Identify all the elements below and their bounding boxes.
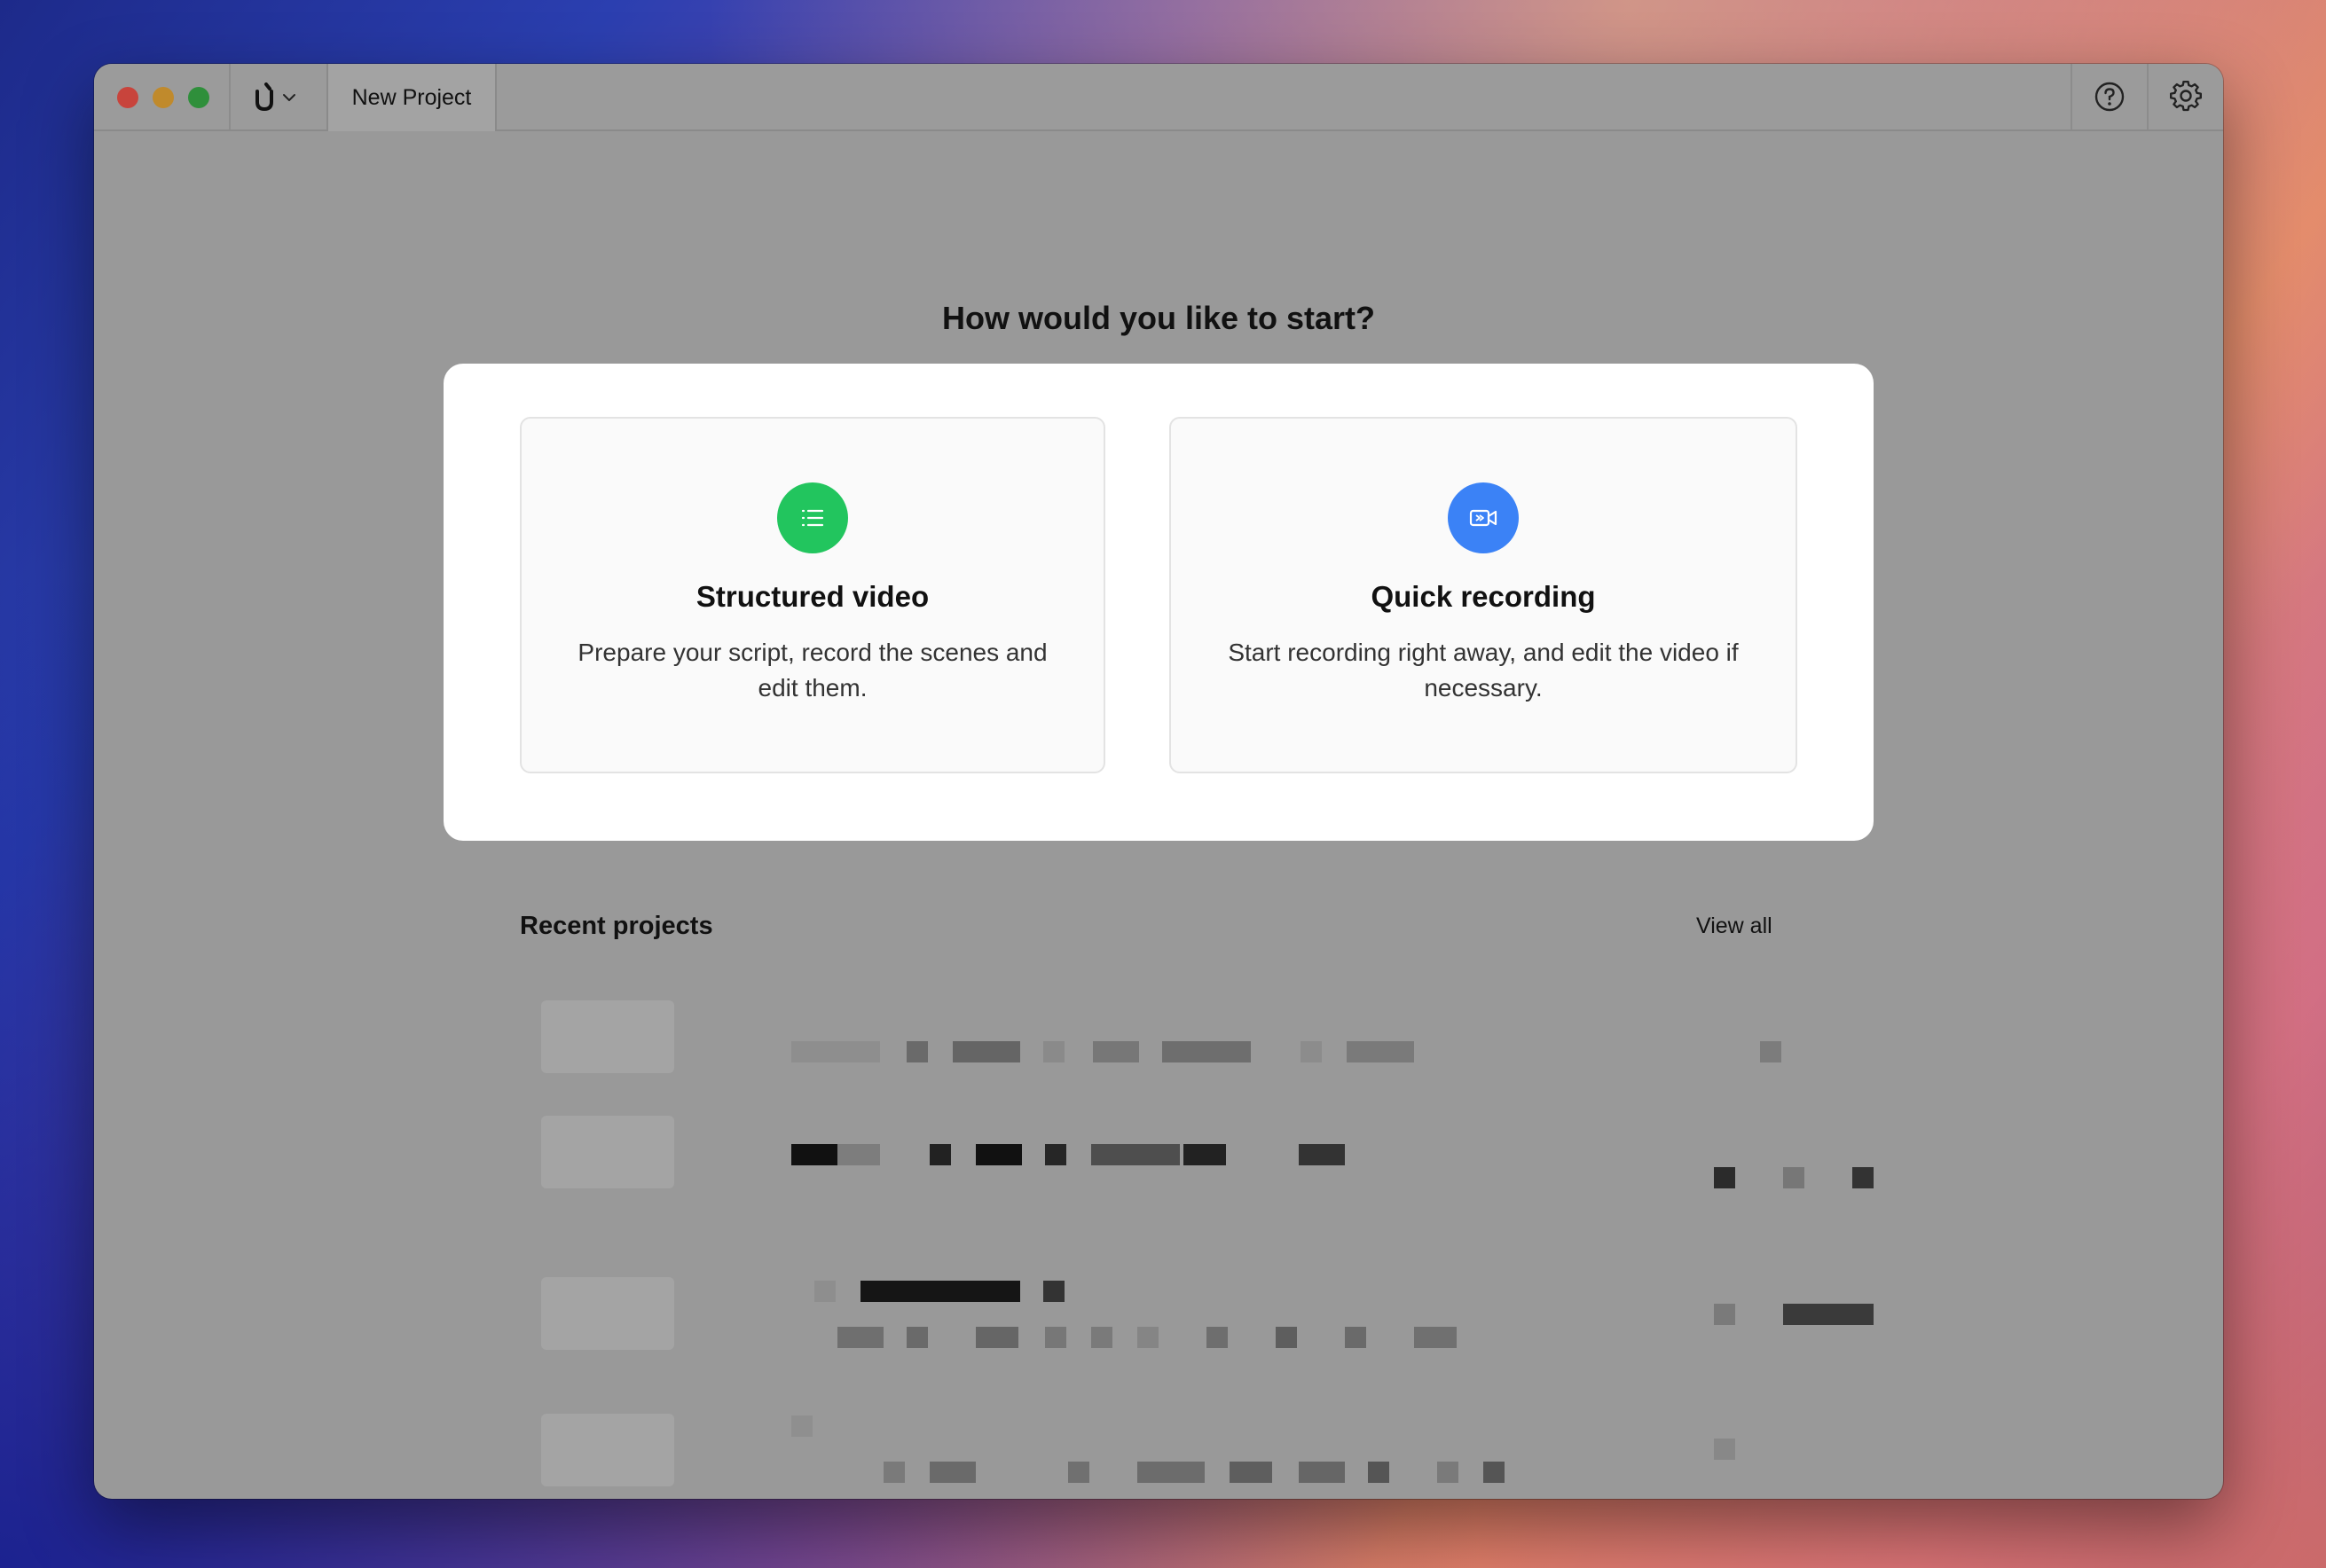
redacted-text	[1043, 1041, 1065, 1062]
redacted-text	[907, 1041, 928, 1062]
view-all-link[interactable]: View all	[1696, 913, 1772, 939]
redacted-text	[791, 1041, 880, 1062]
redacted-text	[837, 1327, 884, 1348]
settings-button[interactable]	[2149, 64, 2223, 129]
close-window-button[interactable]	[117, 87, 138, 108]
option-description: Prepare your script, record the scenes a…	[578, 639, 1048, 702]
redacted-text	[1068, 1462, 1089, 1483]
redacted-text	[1368, 1462, 1389, 1483]
redacted-text	[1714, 1167, 1735, 1188]
tab-new-project[interactable]: New Project	[326, 64, 497, 131]
redacted-text	[860, 1281, 1020, 1302]
redacted-text	[1045, 1144, 1066, 1165]
list-icon	[777, 482, 848, 553]
list-item[interactable]	[520, 983, 1788, 1089]
redacted-text	[791, 1144, 837, 1165]
redacted-text	[1045, 1327, 1066, 1348]
redacted-text	[1783, 1167, 1804, 1188]
minimize-window-button[interactable]	[153, 87, 174, 108]
redacted-text	[1093, 1041, 1139, 1062]
redacted-text	[1437, 1462, 1458, 1483]
redacted-text	[1043, 1281, 1065, 1302]
video-camera-icon	[1448, 482, 1519, 553]
redacted-text	[1230, 1462, 1272, 1483]
redacted-text	[976, 1327, 1018, 1348]
gear-icon	[2170, 81, 2202, 112]
redacted-text	[1714, 1439, 1735, 1460]
redacted-text	[976, 1144, 1022, 1165]
redacted-text	[837, 1144, 880, 1165]
redacted-text	[1483, 1462, 1505, 1483]
project-thumbnail	[541, 1116, 674, 1188]
page-title: How would you like to start?	[941, 300, 1376, 336]
tab-label: New Project	[351, 84, 472, 110]
title-bar-divider	[229, 64, 231, 129]
redacted-text	[1276, 1327, 1297, 1348]
quick-recording-option[interactable]: Quick recording Start recording right aw…	[1169, 417, 1797, 773]
project-thumbnail	[541, 1414, 674, 1486]
redacted-text	[1345, 1327, 1366, 1348]
zoom-window-button[interactable]	[188, 87, 209, 108]
redacted-text	[1091, 1327, 1112, 1348]
app-window: New Project How would you like to start?	[94, 64, 2223, 1499]
project-thumbnail	[541, 1277, 674, 1350]
redacted-text	[814, 1281, 836, 1302]
help-button[interactable]	[2072, 64, 2147, 129]
redacted-text	[930, 1144, 951, 1165]
redacted-text	[1137, 1327, 1159, 1348]
help-icon	[2094, 82, 2125, 112]
redacted-text	[953, 1041, 1020, 1062]
recent-projects-title: Recent projects	[520, 912, 713, 940]
start-options-panel: Structured video Prepare your script, re…	[444, 364, 1874, 841]
redacted-text	[1206, 1327, 1228, 1348]
project-thumbnail	[541, 1000, 674, 1073]
redacted-text	[1299, 1144, 1345, 1165]
redacted-text	[1137, 1462, 1205, 1483]
list-item[interactable]	[520, 1382, 1788, 1488]
chevron-down-icon	[283, 94, 295, 101]
main-content: How would you like to start? Structured …	[94, 131, 2223, 1499]
option-title: Quick recording	[1371, 580, 1596, 613]
redacted-text	[1714, 1304, 1735, 1325]
redacted-text	[1760, 1041, 1781, 1062]
redacted-text	[1299, 1462, 1345, 1483]
redacted-text	[1091, 1144, 1180, 1165]
redacted-text	[1347, 1041, 1414, 1062]
list-item[interactable]	[520, 1105, 1874, 1211]
redacted-text	[1301, 1041, 1322, 1062]
redacted-text	[1414, 1327, 1457, 1348]
list-item[interactable]	[520, 1243, 1874, 1350]
redacted-text	[1783, 1304, 1874, 1325]
redacted-text	[791, 1415, 813, 1437]
redacted-text	[907, 1327, 928, 1348]
redacted-text	[930, 1462, 976, 1483]
option-title: Structured video	[695, 580, 930, 613]
redacted-text	[884, 1462, 905, 1483]
structured-video-option[interactable]: Structured video Prepare your script, re…	[520, 417, 1105, 773]
redacted-text	[1183, 1144, 1226, 1165]
app-menu-button[interactable]	[252, 82, 314, 114]
title-bar: New Project	[94, 64, 2223, 131]
redacted-text	[1162, 1041, 1251, 1062]
option-description: Start recording right away, and edit the…	[1228, 639, 1739, 702]
app-logo-icon	[255, 82, 273, 112]
redacted-text	[1852, 1167, 1874, 1188]
